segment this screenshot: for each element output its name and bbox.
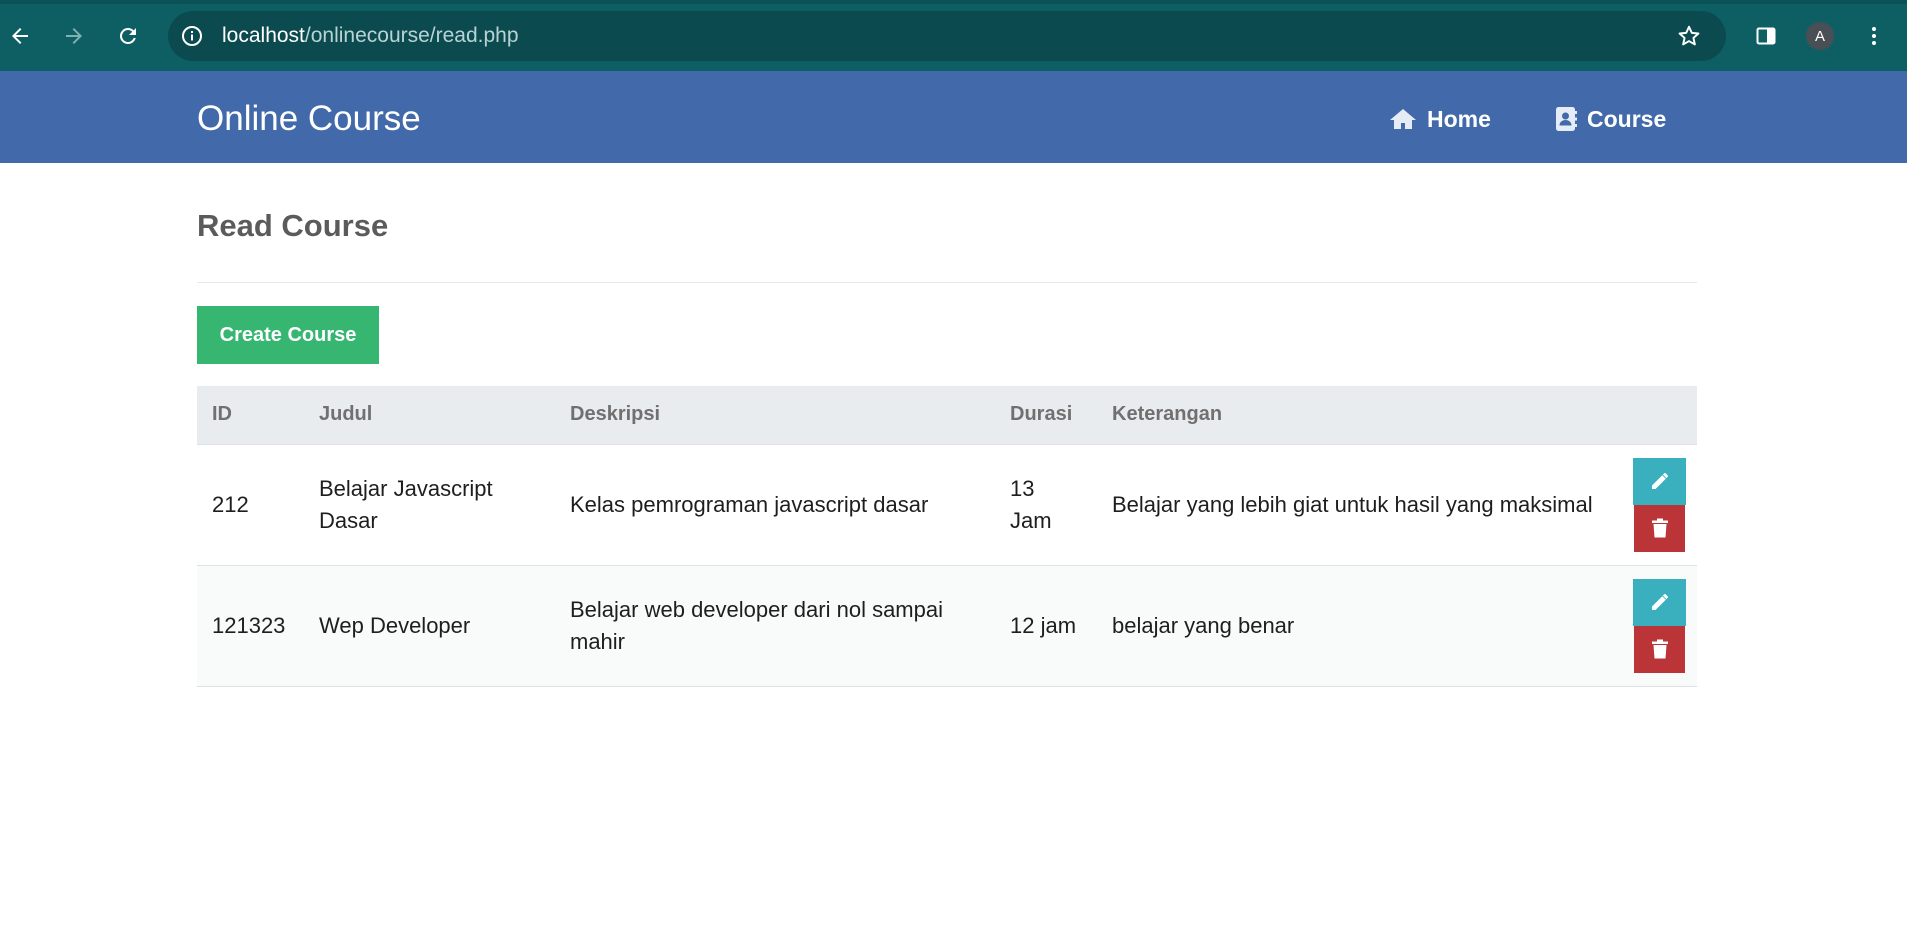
tab-strip-edge — [0, 0, 1907, 4]
url-text[interactable]: localhost/onlinecourse/read.php — [222, 24, 519, 48]
edit-button[interactable] — [1633, 457, 1686, 505]
cell-deskripsi: Kelas pemrograman javascript dasar — [555, 444, 995, 566]
browser-toolbar: localhost/onlinecourse/read.php A — [0, 0, 1907, 71]
cell-judul: Wep Developer — [304, 565, 555, 687]
nav-home[interactable]: Home — [1389, 105, 1491, 133]
cell-durasi: 13 Jam — [995, 444, 1097, 566]
header-actions — [1617, 386, 1697, 445]
divider — [197, 282, 1697, 283]
cell-judul: Belajar Javascript Dasar — [304, 444, 555, 566]
nav-course[interactable]: Course — [1555, 105, 1666, 133]
menu-icon — [1872, 27, 1876, 45]
edit-button[interactable] — [1633, 578, 1686, 626]
side-panel-icon — [1756, 27, 1776, 45]
site-navbar: Online Course Home Course — [0, 71, 1907, 163]
url-path: /onlinecourse/read.php — [304, 24, 519, 47]
cell-keterangan: belajar yang benar — [1097, 565, 1617, 687]
header-keterangan: Keterangan — [1097, 386, 1617, 445]
trash-icon — [1651, 639, 1668, 659]
reload-icon — [119, 27, 136, 44]
address-book-icon — [1556, 107, 1577, 131]
address-bar[interactable]: localhost/onlinecourse/read.php — [168, 11, 1726, 61]
table-row: 212 Belajar Javascript Dasar Kelas pemro… — [197, 444, 1697, 566]
cell-id: 121323 — [197, 565, 304, 687]
cell-keterangan: Belajar yang lebih giat untuk hasil yang… — [1097, 444, 1617, 566]
trash-icon — [1651, 518, 1668, 538]
header-durasi: Durasi — [995, 386, 1097, 445]
delete-button[interactable] — [1634, 625, 1685, 673]
page-title: Read Course — [197, 208, 389, 243]
url-host: localhost — [222, 24, 305, 47]
reload-button[interactable] — [110, 18, 146, 54]
back-icon — [12, 28, 28, 44]
cell-deskripsi: Belajar web developer dari nol sampai ma… — [555, 565, 995, 687]
side-panel-button[interactable] — [1748, 18, 1784, 54]
cell-actions — [1617, 565, 1697, 687]
cell-id: 212 — [197, 444, 304, 566]
brand-title[interactable]: Online Course — [197, 99, 421, 139]
info-icon[interactable] — [180, 24, 204, 48]
cell-actions — [1617, 444, 1697, 566]
cell-durasi: 12 jam — [995, 565, 1097, 687]
nav-home-label: Home — [1427, 106, 1491, 132]
header-deskripsi: Deskripsi — [555, 386, 995, 445]
pencil-icon — [1651, 594, 1668, 610]
header-id: ID — [197, 386, 304, 445]
forward-icon — [66, 28, 82, 44]
table-row: 121323 Wep Developer Belajar web develop… — [197, 565, 1697, 687]
back-button[interactable] — [2, 18, 38, 54]
header-judul: Judul — [304, 386, 555, 445]
browser-menu-button[interactable] — [1856, 18, 1892, 54]
forward-button[interactable] — [56, 18, 92, 54]
profile-button[interactable]: A — [1802, 18, 1838, 54]
avatar: A — [1806, 22, 1834, 50]
course-table: ID Judul Deskripsi Durasi Keterangan 212… — [197, 386, 1697, 687]
create-course-button[interactable]: Create Course — [197, 306, 379, 364]
home-icon — [1390, 109, 1416, 129]
nav-course-label: Course — [1587, 106, 1667, 132]
delete-button[interactable] — [1634, 504, 1685, 552]
pencil-icon — [1651, 473, 1668, 489]
star-icon[interactable] — [1676, 23, 1702, 49]
table-header-row: ID Judul Deskripsi Durasi Keterangan — [197, 386, 1697, 445]
